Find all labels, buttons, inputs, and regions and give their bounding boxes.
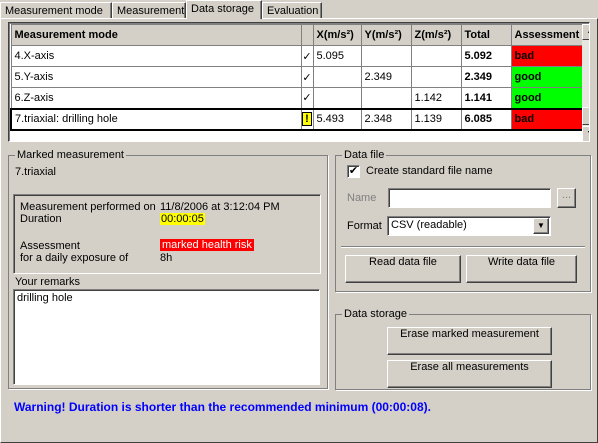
cell-total: 5.092 xyxy=(460,45,512,67)
table-row-selected[interactable]: 7.triaxial: drilling hole ! 5.493 2.348 … xyxy=(10,107,584,131)
warning-icon: ! xyxy=(300,107,314,131)
standard-name-checkbox[interactable]: ✔ xyxy=(347,165,360,178)
chevron-down-icon[interactable]: ▼ xyxy=(533,218,549,234)
tab-data-storage[interactable]: Data storage xyxy=(186,0,262,19)
cell-z: 1.142 xyxy=(410,87,462,109)
warning-icon-glyph: ! xyxy=(302,112,312,126)
scroll-up-icon[interactable]: ▲ xyxy=(582,24,589,40)
format-select[interactable]: CSV (readable) xyxy=(387,216,551,236)
check-icon: ✓ xyxy=(300,66,314,88)
duration-label: Duration xyxy=(20,213,62,225)
assessment-value: marked health risk xyxy=(160,239,254,251)
col-header-total[interactable]: Total xyxy=(460,24,512,46)
tab-measurement[interactable]: Measurement xyxy=(112,2,186,19)
data-file-title: Data file xyxy=(342,149,387,161)
check-icon: ✓ xyxy=(300,87,314,109)
erase-all-button[interactable]: Erase all measurements xyxy=(387,360,552,388)
standard-name-label: Create standard file name xyxy=(366,165,493,177)
data-file-separator xyxy=(341,246,585,248)
cell-x xyxy=(312,87,362,109)
col-header-y[interactable]: Y(m/s²) xyxy=(360,24,412,46)
check-icon: ✓ xyxy=(300,45,314,67)
cell-assessment: good xyxy=(510,87,584,109)
col-header-flag[interactable] xyxy=(300,24,314,46)
cell-mode: 5.Y-axis xyxy=(10,66,302,88)
assessment-label: Assessment xyxy=(20,240,80,252)
measurement-grid[interactable]: Measurement mode X(m/s²) Y(m/s²) Z(m/s²)… xyxy=(8,22,590,142)
cell-total: 1.141 xyxy=(460,87,512,109)
erase-marked-button[interactable]: Erase marked measurement xyxy=(387,327,552,355)
duration-value: 00:00:05 xyxy=(160,213,205,225)
format-label: Format xyxy=(347,220,382,232)
name-label: Name xyxy=(347,192,377,204)
cell-total: 2.349 xyxy=(460,66,512,88)
duration-warning: Warning! Duration is shorter than the re… xyxy=(14,400,431,414)
cell-x xyxy=(312,66,362,88)
cell-total: 6.085 xyxy=(460,107,512,131)
cell-x: 5.493 xyxy=(312,107,362,131)
cell-y xyxy=(360,45,412,67)
cell-mode: 4.X-axis xyxy=(10,45,302,67)
exposure-label: for a daily exposure of xyxy=(20,252,129,264)
data-storage-title: Data storage xyxy=(342,308,409,320)
marked-measurement-title: Marked measurement xyxy=(15,149,126,161)
performed-label: Measurement performed on xyxy=(20,201,156,213)
cell-y: 2.349 xyxy=(360,66,412,88)
cell-z: 1.139 xyxy=(410,107,462,131)
tab-strip: Measurement mode Measurement Data storag… xyxy=(0,0,598,19)
measurement-table: Measurement mode X(m/s²) Y(m/s²) Z(m/s²)… xyxy=(10,24,584,131)
cell-assessment: good xyxy=(510,66,584,88)
tab-evaluation[interactable]: Evaluation xyxy=(262,2,322,19)
cell-assessment: bad xyxy=(510,107,584,131)
table-header-row: Measurement mode X(m/s²) Y(m/s²) Z(m/s²)… xyxy=(10,24,584,46)
col-header-assessment[interactable]: Assessment xyxy=(510,24,584,46)
write-data-file-button[interactable]: Write data file xyxy=(466,255,577,283)
remarks-label: Your remarks xyxy=(15,276,81,288)
tab-label: Measurement xyxy=(117,5,185,17)
scroll-down-icon[interactable]: ▼ xyxy=(582,126,589,141)
tab-label: Measurement mode xyxy=(5,5,103,17)
col-header-z[interactable]: Z(m/s²) xyxy=(410,24,462,46)
col-header-x[interactable]: X(m/s²) xyxy=(312,24,362,46)
marked-mode: 7.triaxial xyxy=(15,166,56,178)
cell-z xyxy=(410,45,462,67)
cell-assessment: bad xyxy=(510,45,584,67)
table-row[interactable]: 4.X-axis ✓ 5.095 5.092 bad xyxy=(10,45,584,67)
table-row[interactable]: 5.Y-axis ✓ 2.349 2.349 good xyxy=(10,66,584,88)
col-header-mode[interactable]: Measurement mode xyxy=(10,24,302,46)
cell-y xyxy=(360,87,412,109)
tab-label: Data storage xyxy=(191,3,254,15)
read-data-file-button[interactable]: Read data file xyxy=(345,255,461,283)
tab-measurement-mode[interactable]: Measurement mode xyxy=(0,2,112,19)
file-name-input[interactable] xyxy=(388,188,551,208)
cell-mode: 6.Z-axis xyxy=(10,87,302,109)
format-select-value: CSV (readable) xyxy=(391,219,467,231)
grid-vertical-scrollbar[interactable]: ▲ ▼ xyxy=(582,24,589,141)
performed-value: 11/8/2006 at 3:12:04 PM xyxy=(160,201,280,213)
table-row[interactable]: 6.Z-axis ✓ 1.142 1.141 good xyxy=(10,87,584,109)
cell-y: 2.348 xyxy=(360,107,412,131)
scroll-thumb[interactable] xyxy=(582,107,589,125)
cell-z xyxy=(410,66,462,88)
exposure-value: 8h xyxy=(160,252,173,264)
tab-label: Evaluation xyxy=(267,5,319,17)
remarks-textarea[interactable]: drilling hole xyxy=(13,289,320,385)
browse-button[interactable]: ... xyxy=(557,188,576,208)
cell-x: 5.095 xyxy=(312,45,362,67)
cell-mode: 7.triaxial: drilling hole xyxy=(10,107,302,131)
